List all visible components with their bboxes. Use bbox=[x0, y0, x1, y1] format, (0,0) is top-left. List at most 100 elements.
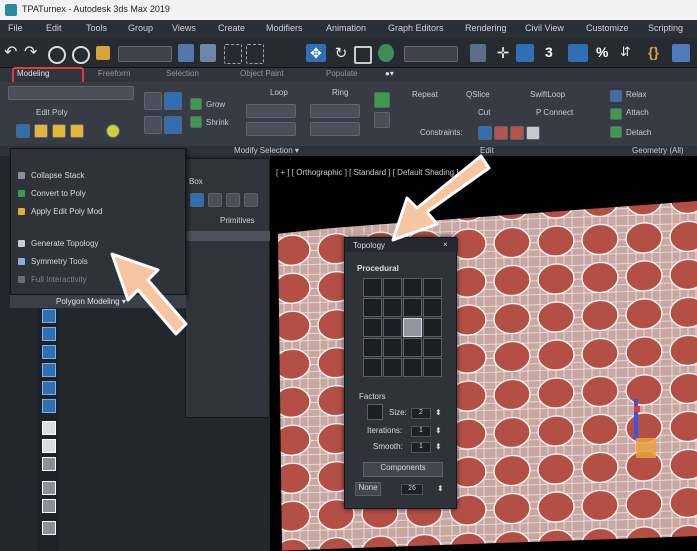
pattern-18[interactable] bbox=[383, 358, 402, 377]
menu-edit[interactable]: Edit bbox=[46, 23, 62, 33]
attach-icon[interactable] bbox=[610, 108, 622, 120]
percent-snap-icon[interactable]: % bbox=[596, 44, 614, 62]
move-icon[interactable]: ✥ bbox=[306, 44, 326, 62]
tab-selection[interactable]: Selection bbox=[166, 69, 199, 78]
grow-label[interactable]: Grow bbox=[206, 100, 225, 109]
edit-poly-dropdown[interactable] bbox=[8, 86, 134, 100]
menu-group[interactable]: Group bbox=[128, 23, 153, 33]
smooth-spinner[interactable]: 1 bbox=[411, 442, 431, 453]
loop-options-buttons[interactable] bbox=[246, 122, 296, 136]
pattern-19[interactable] bbox=[403, 358, 422, 377]
pconnect-label[interactable]: P Connect bbox=[536, 108, 573, 117]
menu-views[interactable]: Views bbox=[172, 23, 196, 33]
mirror-icon[interactable] bbox=[672, 44, 690, 62]
gizmo-tip[interactable] bbox=[634, 406, 640, 412]
gizmo-z-axis[interactable] bbox=[634, 399, 638, 439]
ignore-backfacing-icon[interactable] bbox=[164, 116, 182, 134]
detach-label[interactable]: Detach bbox=[626, 128, 651, 137]
tab-object-paint[interactable]: Object Paint bbox=[240, 69, 284, 78]
motion-panel-icon[interactable] bbox=[244, 193, 258, 207]
named-selection-icon[interactable]: {} bbox=[648, 44, 666, 62]
ring-mode-buttons[interactable] bbox=[310, 104, 360, 118]
select-manipulate-icon[interactable]: ✛ bbox=[494, 44, 512, 62]
constraint-none-icon[interactable] bbox=[478, 126, 492, 140]
pattern-9[interactable] bbox=[363, 318, 382, 337]
pattern-4[interactable] bbox=[423, 278, 442, 297]
procedural-section[interactable]: Procedural bbox=[357, 264, 399, 273]
snap-3d-icon[interactable]: 3 bbox=[545, 44, 563, 62]
strip-icon-10[interactable] bbox=[42, 457, 56, 471]
menu-file[interactable]: File bbox=[8, 23, 23, 33]
loop-mode-buttons[interactable] bbox=[246, 104, 296, 118]
cut-label[interactable]: Cut bbox=[478, 108, 490, 117]
angle-snap-icon[interactable] bbox=[568, 44, 588, 62]
size-spinner-arrows-icon[interactable]: ⬍ bbox=[435, 408, 442, 417]
iterations-spinner[interactable]: 1 bbox=[411, 426, 431, 437]
repeat-label[interactable]: Repeat bbox=[412, 90, 438, 99]
ring-label[interactable]: Ring bbox=[332, 88, 348, 97]
tab-more-icon[interactable]: ●▾ bbox=[385, 69, 394, 78]
pivot-center-icon[interactable] bbox=[470, 44, 486, 62]
tab-freeform[interactable]: Freeform bbox=[98, 69, 130, 78]
strip-icon-4[interactable] bbox=[42, 345, 56, 359]
pattern-20[interactable] bbox=[423, 358, 442, 377]
region-select-icon[interactable] bbox=[224, 44, 242, 64]
vertex-icon[interactable] bbox=[16, 124, 30, 138]
tab-populate[interactable]: Populate bbox=[326, 69, 358, 78]
menu-create[interactable]: Create bbox=[218, 23, 245, 33]
polygon-icon[interactable] bbox=[70, 124, 84, 138]
none-button[interactable]: None bbox=[355, 482, 381, 496]
pattern-1[interactable] bbox=[363, 278, 382, 297]
scale-icon[interactable] bbox=[354, 46, 372, 64]
menu-rendering[interactable]: Rendering bbox=[465, 23, 507, 33]
select-by-name-icon[interactable] bbox=[200, 44, 216, 62]
detach-icon[interactable] bbox=[610, 126, 622, 138]
pattern-3[interactable] bbox=[403, 278, 422, 297]
strip-icon-9[interactable] bbox=[42, 439, 56, 453]
keyboard-shortcut-icon[interactable] bbox=[516, 44, 534, 62]
pattern-2[interactable] bbox=[383, 278, 402, 297]
smooth-spinner-arrows-icon[interactable]: ⬍ bbox=[435, 442, 442, 451]
menu-scripting[interactable]: Scripting bbox=[648, 23, 683, 33]
strip-icon-8[interactable] bbox=[42, 421, 56, 435]
pattern-7[interactable] bbox=[403, 298, 422, 317]
strip-icon-7[interactable] bbox=[42, 399, 56, 413]
primitives-label[interactable]: Primitives bbox=[220, 216, 255, 225]
strip-icon-2[interactable] bbox=[42, 309, 56, 323]
filter-icon[interactable] bbox=[42, 481, 56, 495]
menu-graph-editors[interactable]: Graph Editors bbox=[388, 23, 444, 33]
swiftloop-label[interactable]: SwiftLoop bbox=[530, 90, 565, 99]
shrink-label[interactable]: Shrink bbox=[206, 118, 229, 127]
place-icon[interactable] bbox=[378, 44, 394, 62]
menu-tools[interactable]: Tools bbox=[86, 23, 107, 33]
grow-icon[interactable] bbox=[190, 98, 202, 110]
pattern-11-selected[interactable] bbox=[403, 318, 422, 337]
gizmo-plane[interactable] bbox=[636, 438, 656, 458]
window-crossing-icon[interactable] bbox=[246, 44, 264, 64]
bottom-spinner[interactable]: 26 bbox=[401, 484, 423, 495]
quickslice-label[interactable]: QSlice bbox=[466, 90, 490, 99]
strip-icon-13[interactable] bbox=[42, 521, 56, 535]
strip-icon-5[interactable] bbox=[42, 363, 56, 377]
strip-icon-3[interactable] bbox=[42, 327, 56, 341]
rotate-icon[interactable]: ↻ bbox=[332, 44, 350, 62]
menu-animation[interactable]: Animation bbox=[326, 23, 366, 33]
menu-modifiers[interactable]: Modifiers bbox=[266, 23, 303, 33]
pattern-5[interactable] bbox=[363, 298, 382, 317]
pattern-16[interactable] bbox=[423, 338, 442, 357]
modify-selection-label[interactable]: Modify Selection ▾ bbox=[234, 146, 299, 155]
element-icon[interactable] bbox=[106, 124, 120, 138]
selection-filter-dropdown[interactable] bbox=[118, 46, 172, 62]
ribbon-tool-icon-2[interactable] bbox=[374, 112, 390, 128]
edge-icon[interactable] bbox=[34, 124, 48, 138]
select-object-icon[interactable] bbox=[178, 44, 194, 62]
pattern-8[interactable] bbox=[423, 298, 442, 317]
reference-coord-dropdown[interactable] bbox=[404, 46, 458, 62]
pattern-15[interactable] bbox=[403, 338, 422, 357]
bind-spacewarp-icon[interactable] bbox=[96, 46, 110, 60]
relax-label[interactable]: Relax bbox=[626, 90, 646, 99]
size-spinner[interactable]: 2 bbox=[411, 408, 431, 419]
link-icon[interactable] bbox=[48, 46, 66, 64]
modify-mode-icon[interactable] bbox=[144, 92, 162, 110]
preserve-uvs-icon[interactable] bbox=[164, 92, 182, 110]
